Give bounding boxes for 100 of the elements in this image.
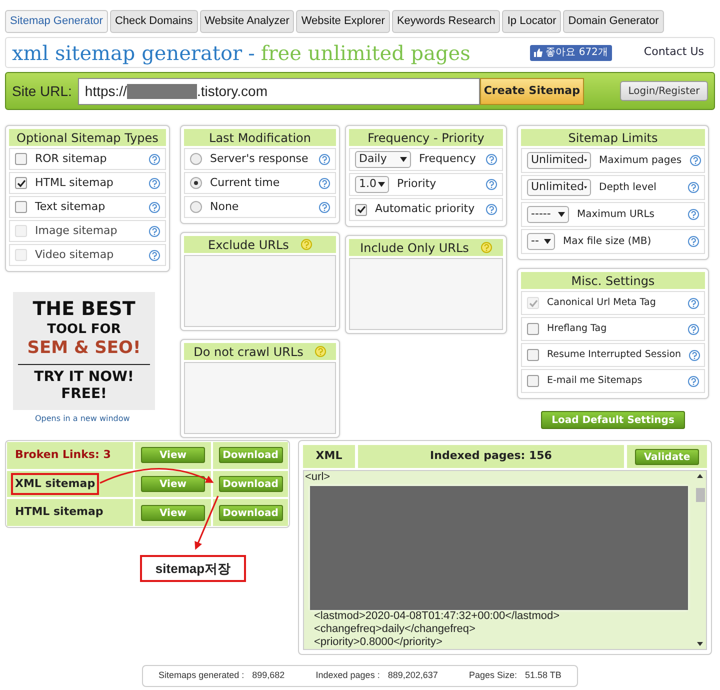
code-line: <changefreq>daily</changefreq> bbox=[313, 623, 476, 636]
nav-tab[interactable]: Ip Locator bbox=[502, 10, 562, 33]
annotation-arrow bbox=[194, 496, 219, 550]
caret-icon bbox=[400, 157, 407, 162]
panel-title: Do not crawl URLs bbox=[194, 344, 304, 360]
contact-link[interactable]: Contact Us bbox=[644, 44, 704, 61]
result-label: XML sitemap bbox=[11, 472, 100, 496]
ad-text: FREE! bbox=[61, 386, 107, 404]
option-label: Max file size (MB) bbox=[563, 235, 652, 249]
help-icon[interactable] bbox=[486, 204, 497, 215]
nav-tab[interactable]: Sitemap Generator bbox=[5, 10, 108, 33]
scroll-down-icon[interactable] bbox=[697, 642, 703, 646]
option-label: None bbox=[210, 198, 240, 215]
help-icon[interactable] bbox=[149, 202, 160, 212]
radio-button[interactable] bbox=[190, 201, 202, 213]
nav-tab[interactable]: Website Explorer bbox=[296, 10, 390, 33]
nav-tab[interactable]: Keywords Research bbox=[392, 10, 500, 33]
option-label: Priority bbox=[397, 176, 438, 192]
xml-tab[interactable]: XML bbox=[303, 445, 355, 468]
option-label: Hreflang Tag bbox=[547, 322, 608, 336]
scrollbar-thumb[interactable] bbox=[696, 488, 704, 502]
checkbox[interactable] bbox=[15, 201, 27, 213]
option-label: HTML sitemap bbox=[35, 174, 114, 191]
create-sitemap-button[interactable]: Create Sitemap bbox=[480, 78, 584, 104]
checkbox[interactable] bbox=[527, 323, 539, 335]
help-icon[interactable] bbox=[688, 209, 699, 220]
dropdown[interactable]: -- bbox=[527, 233, 555, 250]
help-icon[interactable] bbox=[486, 179, 497, 190]
option-label: ROR sitemap bbox=[35, 150, 108, 167]
panel-title: Frequency - Priority bbox=[368, 130, 484, 146]
annotation-label: sitemap저장 bbox=[140, 555, 246, 582]
like-button[interactable]: 좋아요 672개 bbox=[530, 44, 612, 60]
result-label: HTML sitemap bbox=[14, 504, 104, 520]
checkbox[interactable] bbox=[527, 349, 539, 361]
dropdown[interactable]: ----- bbox=[527, 206, 569, 223]
code-line: <priority>0.8000</priority> bbox=[313, 636, 444, 649]
option-label: E-mail me Sitemaps bbox=[547, 374, 644, 388]
help-icon[interactable] bbox=[149, 250, 160, 260]
help-icon[interactable] bbox=[486, 154, 497, 165]
option-label: Server's response bbox=[210, 150, 310, 167]
nav-tab[interactable]: Check Domains bbox=[110, 10, 198, 33]
nav-tab[interactable]: Website Analyzer bbox=[200, 10, 294, 33]
url-label: Site URL: bbox=[12, 82, 72, 100]
ad-banner[interactable]: THE BEST TOOL FOR SEM & SEO! TRY IT NOW! FREE! bbox=[13, 292, 155, 410]
help-icon[interactable] bbox=[319, 202, 330, 212]
dropdown[interactable]: Unlimited bbox=[527, 152, 591, 169]
option-label: Automatic priority bbox=[375, 201, 476, 218]
option-label: Maximum URLs bbox=[577, 208, 656, 222]
login-button[interactable]: Login/Register bbox=[620, 81, 708, 101]
checkbox[interactable] bbox=[355, 204, 367, 216]
caret-icon bbox=[544, 239, 551, 244]
radio-button[interactable] bbox=[190, 177, 202, 189]
radio-button[interactable] bbox=[190, 153, 202, 165]
panel-title: Exclude URLs bbox=[208, 236, 289, 254]
url-input[interactable]: https:// .tistory.com bbox=[78, 78, 480, 104]
new-window-link[interactable]: Opens in a new window bbox=[35, 413, 170, 425]
help-icon[interactable] bbox=[149, 154, 160, 164]
result-label: Broken Links: 3 bbox=[14, 447, 112, 464]
panel-title: Last Modification bbox=[209, 130, 311, 146]
nav-tab[interactable]: Domain Generator bbox=[563, 10, 664, 33]
help-icon[interactable] bbox=[319, 178, 330, 188]
help-icon[interactable] bbox=[688, 298, 699, 308]
option-label: Image sitemap bbox=[35, 222, 118, 239]
help-icon[interactable] bbox=[149, 226, 160, 236]
help-icon[interactable] bbox=[688, 324, 699, 334]
stat-label: Sitemaps generated : bbox=[158, 669, 244, 682]
ad-text: TOOL FOR bbox=[47, 322, 121, 338]
caret-icon bbox=[584, 158, 587, 163]
option-label: Canonical Url Meta Tag bbox=[547, 296, 657, 310]
help-icon[interactable] bbox=[690, 155, 701, 166]
ad-text: TRY IT NOW! bbox=[34, 368, 134, 386]
option-label: Resume Interrupted Session bbox=[547, 348, 682, 362]
checkbox[interactable] bbox=[15, 153, 27, 165]
help-icon[interactable] bbox=[319, 154, 330, 164]
stat-label: Indexed pages : bbox=[316, 669, 380, 682]
ad-text: THE BEST bbox=[32, 298, 136, 322]
help-icon[interactable] bbox=[688, 236, 699, 247]
code-line: <lastmod>2020-04-08T01:47:32+00:00</lastmod> bbox=[313, 610, 561, 623]
caret-icon bbox=[558, 212, 565, 217]
site-title: xml sitemap generator bbox=[12, 42, 242, 62]
checkbox[interactable] bbox=[527, 375, 539, 387]
help-icon[interactable] bbox=[688, 182, 699, 193]
stat-value: 899,682 bbox=[252, 669, 285, 682]
option-label: Current time bbox=[210, 174, 281, 191]
dropdown[interactable]: Daily bbox=[355, 151, 411, 168]
indexed-count: Indexed pages: 156 bbox=[358, 445, 624, 468]
ad-text: SEM & SEO! bbox=[27, 338, 141, 360]
scroll-up-icon[interactable] bbox=[697, 474, 703, 478]
help-icon[interactable] bbox=[689, 350, 700, 360]
option-label: Depth level bbox=[599, 181, 658, 195]
help-icon[interactable] bbox=[688, 376, 699, 386]
dropdown[interactable]: 1.0 bbox=[355, 176, 389, 193]
site-subtitle: free unlimited pages bbox=[260, 42, 470, 62]
redacted-block bbox=[126, 84, 197, 98]
help-icon[interactable] bbox=[149, 178, 160, 188]
checkbox[interactable] bbox=[15, 177, 27, 189]
dropdown[interactable]: Unlimited bbox=[527, 179, 591, 196]
panel-title: Include Only URLs bbox=[360, 240, 469, 256]
code-line: <url> bbox=[304, 471, 332, 484]
panel-title: Misc. Settings bbox=[571, 272, 655, 290]
